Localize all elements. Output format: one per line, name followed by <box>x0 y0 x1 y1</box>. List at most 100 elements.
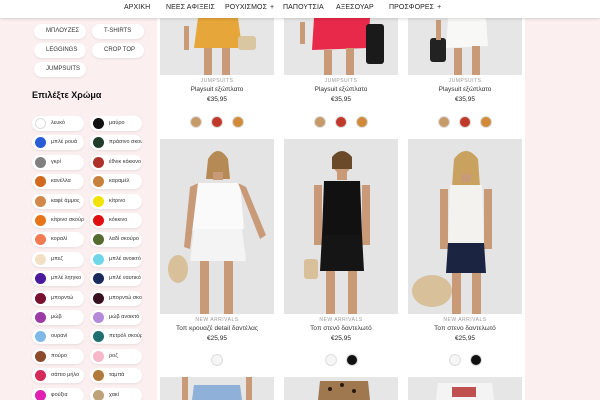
product-photo[interactable] <box>408 18 522 75</box>
color-variant-swatch[interactable] <box>480 116 492 128</box>
product-price: €25,95 <box>455 335 475 342</box>
color-swatch-icon <box>35 370 46 382</box>
category-pill-leggings[interactable]: LEGGINGS <box>34 43 86 58</box>
nav-item-home[interactable]: ΑΡΧΙΚΗ <box>124 4 150 11</box>
color-option[interactable]: μώβ ανοικτό <box>90 310 142 325</box>
color-label: μαύρο <box>109 120 125 126</box>
nav-label: ΝΕΕΣ ΑΦΙΞΕΙΣ <box>166 4 215 11</box>
color-option[interactable]: έθνικ κόκκινο <box>90 154 142 170</box>
product-photo[interactable] <box>408 377 522 400</box>
color-variant-swatch[interactable] <box>211 354 223 366</box>
product-photo[interactable] <box>160 377 274 400</box>
nav-label: ΠΑΠΟΥΤΣΙΑ <box>283 4 324 11</box>
color-option[interactable]: πετρόλ σκούρο <box>90 329 142 345</box>
color-option[interactable]: πούρο <box>32 348 84 364</box>
color-label: κίτρινο <box>109 197 126 204</box>
category-pill-jumpsuits[interactable]: JUMPSUITS <box>34 62 86 77</box>
product-price: €35,95 <box>207 96 227 103</box>
color-variant-swatch[interactable] <box>314 116 326 128</box>
color-variant-swatch[interactable] <box>211 116 223 128</box>
product-photo[interactable] <box>284 377 398 400</box>
color-variant-swatch[interactable] <box>335 116 347 128</box>
color-option[interactable]: μπλέ λητγκο <box>32 271 84 287</box>
color-option[interactable]: κόκκινο <box>90 213 142 228</box>
product-name[interactable]: Playsuit εξώπλατο <box>160 86 274 93</box>
product-photo[interactable] <box>160 18 274 75</box>
color-option[interactable]: μπλέ ρουά <box>32 135 84 151</box>
color-variant-swatch[interactable] <box>232 116 244 128</box>
nav-item-new-arrivals[interactable]: ΝΕΕΣ ΑΦΙΞΕΙΣ <box>166 4 215 11</box>
color-variant-swatch[interactable] <box>345 354 358 366</box>
color-option[interactable]: λευκό <box>32 116 84 131</box>
product-photo[interactable] <box>160 139 274 314</box>
nav-item-offers[interactable]: ΠΡΟΣΦΟΡΕΣ + <box>389 4 441 11</box>
nav-item-clothing[interactable]: ΡΟΥΧΙΣΜΟΣ + <box>225 4 274 11</box>
product-category-tag: NEW ARRIVALS <box>195 317 239 323</box>
product-name[interactable]: Τοπ κρουαζέ detail δαντέλας <box>160 325 274 332</box>
product-photo[interactable] <box>284 18 398 75</box>
color-label: λευκό <box>51 120 65 126</box>
category-pill-tshirts[interactable]: T-SHIRTS <box>92 24 144 39</box>
color-swatch-icon <box>93 292 104 304</box>
color-label: λαδί σκούρο <box>109 236 139 243</box>
color-variant-swatch[interactable] <box>459 116 471 128</box>
color-option[interactable]: κίτρινο σκούρο <box>32 213 84 228</box>
color-variant-swatch[interactable] <box>356 116 368 128</box>
nav-item-accessories[interactable]: ΑΞΕΣΟΥΑΡ <box>336 4 374 11</box>
color-option[interactable]: μπορντώ σκούρο <box>90 290 142 306</box>
color-label: πράσινο σκούρο <box>109 139 142 146</box>
color-option[interactable]: κανέλλα <box>32 174 84 190</box>
category-pill-blouses[interactable]: ΜΠΛΟΥΖΕΣ <box>34 24 86 39</box>
right-margin <box>525 18 600 400</box>
product-name[interactable]: Τοπ στενο δαντελωτό <box>408 325 522 332</box>
color-label: χακί <box>109 391 119 398</box>
color-option[interactable]: ουρανί <box>32 329 84 345</box>
nav-label: ΑΡΧΙΚΗ <box>124 4 151 11</box>
product-name[interactable]: Playsuit εξώπλατο <box>408 86 522 93</box>
color-option[interactable]: πράσινο σκούρο <box>90 135 142 151</box>
color-option[interactable]: κίτρινο <box>90 193 142 209</box>
color-option[interactable]: μπεζ <box>32 251 84 267</box>
color-label: καραμέλ <box>109 178 130 185</box>
color-option[interactable]: σάπιο μήλο <box>32 368 84 384</box>
product-photo[interactable] <box>284 139 398 314</box>
color-option[interactable]: μπορντώ <box>32 290 84 306</box>
nav-item-shoes[interactable]: ΠΑΠΟΥΤΣΙΑ <box>283 4 324 11</box>
color-swatch-icon <box>35 273 46 285</box>
color-swatch-icon <box>35 234 46 246</box>
color-option[interactable]: ταμπά <box>90 368 142 384</box>
color-label: κόκκινο <box>109 217 128 223</box>
color-swatch-icon <box>93 118 104 129</box>
color-option[interactable]: μπλέ ανοικτό <box>90 251 142 267</box>
product-name[interactable]: Τοπ στενό δαντελωτό <box>284 325 398 332</box>
color-option[interactable]: μαύρο <box>90 116 142 131</box>
color-label: μπεζ <box>51 255 63 262</box>
color-option[interactable]: μώβ <box>32 310 84 325</box>
color-variant-swatch[interactable] <box>190 116 202 128</box>
color-swatch-icon <box>93 331 104 343</box>
color-variant-swatch[interactable] <box>324 354 337 366</box>
color-option[interactable]: μπλέ ναυτικό <box>90 271 142 287</box>
nav-label: ΠΡΟΣΦΟΡΕΣ <box>389 4 435 11</box>
expand-plus-icon: + <box>270 4 275 11</box>
color-variant-swatch[interactable] <box>448 354 461 366</box>
product-category-tag: NEW ARRIVALS <box>443 317 487 323</box>
color-option[interactable]: καφέ άμμος <box>32 193 84 209</box>
product-price: €35,95 <box>455 96 475 103</box>
color-label: μπλέ ναυτικό <box>109 275 141 282</box>
color-variant-swatch[interactable] <box>469 354 482 366</box>
color-option[interactable]: χακί <box>90 387 142 400</box>
color-option[interactable]: γκρί <box>32 154 84 170</box>
color-option[interactable]: φούξια <box>32 387 84 400</box>
nav-label: ΑΞΕΣΟΥΑΡ <box>336 4 374 11</box>
color-swatch-icon <box>93 156 104 168</box>
color-variant-swatch[interactable] <box>438 116 450 128</box>
color-option[interactable]: καραμέλ <box>90 174 142 190</box>
product-photo[interactable] <box>408 139 522 314</box>
color-option[interactable]: ροζ <box>90 348 142 364</box>
category-pill-crop-top[interactable]: CROP TOP <box>92 43 144 58</box>
color-swatch-icon <box>93 176 104 188</box>
product-name[interactable]: Playsuit εξώπλατο <box>284 86 398 93</box>
color-option[interactable]: κοραλί <box>32 232 84 248</box>
color-option[interactable]: λαδί σκούρο <box>90 232 142 248</box>
